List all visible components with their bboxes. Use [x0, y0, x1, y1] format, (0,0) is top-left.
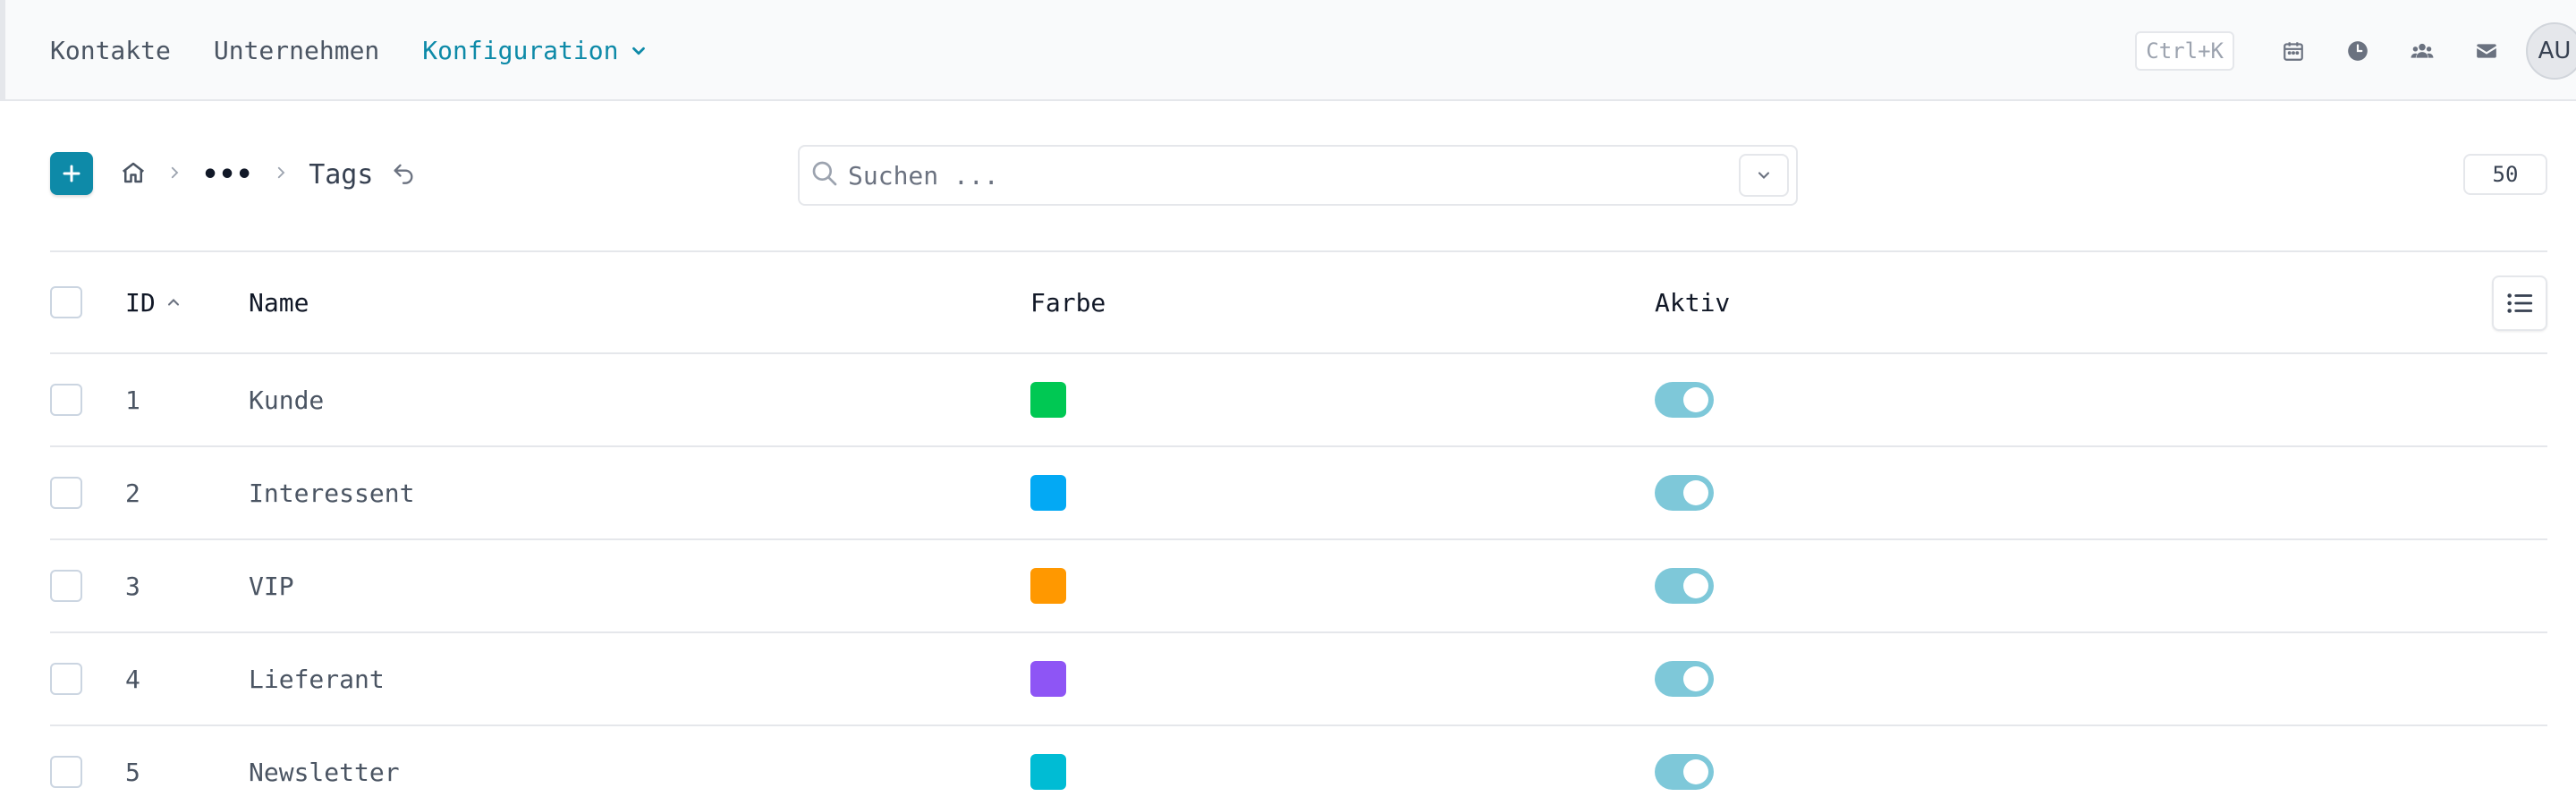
table-row[interactable]: 5 Newsletter: [50, 726, 2547, 805]
table-row[interactable]: 3 VIP: [50, 540, 2547, 633]
cell-id: 5: [125, 757, 140, 787]
search-options-dropdown[interactable]: [1739, 154, 1789, 197]
nav-item-kontakte[interactable]: Kontakte: [50, 36, 171, 65]
tags-table: ID Name Farbe Aktiv 1 Kunde 2 Interessen…: [50, 250, 2547, 805]
mail-icon[interactable]: [2454, 19, 2519, 83]
command-shortcut-hint[interactable]: Ctrl+K: [2135, 30, 2234, 71]
top-right-controls: Ctrl+K AU: [2135, 0, 2576, 101]
list-icon: [2507, 293, 2533, 313]
row-checkbox[interactable]: [50, 570, 82, 602]
column-header-name[interactable]: Name: [249, 252, 309, 352]
column-header-color[interactable]: Farbe: [1030, 252, 1106, 352]
table-row[interactable]: 2 Interessent: [50, 447, 2547, 540]
row-select-cell: [50, 633, 82, 724]
chevron-right-icon: [166, 165, 182, 184]
select-all-cell: [50, 252, 82, 352]
calendar-icon[interactable]: [2261, 19, 2326, 83]
active-toggle[interactable]: [1655, 475, 1714, 511]
row-select-cell: [50, 540, 82, 631]
cell-color: [1030, 354, 1066, 445]
cell-name: Newsletter: [249, 757, 400, 787]
row-checkbox[interactable]: [50, 756, 82, 788]
cell-id: 1: [125, 385, 140, 415]
cell-active: [1655, 447, 1714, 538]
page-size-select[interactable]: 50: [2463, 154, 2547, 195]
main-nav: Kontakte Unternehmen Konfiguration: [50, 0, 648, 101]
color-swatch: [1030, 382, 1066, 418]
table-row[interactable]: 1 Kunde: [50, 354, 2547, 447]
active-toggle[interactable]: [1655, 754, 1714, 790]
cell-color: [1030, 633, 1066, 724]
color-swatch: [1030, 568, 1066, 604]
cell-color: [1030, 540, 1066, 631]
row-select-cell: [50, 447, 82, 538]
chevron-down-icon: [1758, 172, 1770, 179]
nav-item-konfiguration-label: Konfiguration: [422, 36, 619, 65]
column-header-id[interactable]: ID: [125, 252, 182, 352]
table-row[interactable]: 4 Lieferant: [50, 633, 2547, 726]
cell-active: [1655, 354, 1714, 445]
color-swatch: [1030, 661, 1066, 697]
avatar[interactable]: AU: [2526, 21, 2576, 80]
clock-icon[interactable]: [2326, 19, 2390, 83]
cell-active: [1655, 726, 1714, 805]
breadcrumb-more-button[interactable]: •••: [202, 159, 253, 191]
column-header-id-label: ID: [125, 287, 156, 318]
cell-id: 2: [125, 478, 140, 508]
chevron-right-icon: [273, 165, 289, 184]
column-settings-button[interactable]: [2492, 275, 2547, 331]
cell-name: Interessent: [249, 478, 415, 508]
color-swatch: [1030, 475, 1066, 511]
active-toggle[interactable]: [1655, 568, 1714, 604]
cell-color: [1030, 447, 1066, 538]
cell-name: VIP: [249, 571, 294, 601]
row-select-cell: [50, 354, 82, 445]
cell-active: [1655, 540, 1714, 631]
search-icon: [810, 159, 839, 191]
row-checkbox[interactable]: [50, 663, 82, 695]
row-select-cell: [50, 726, 82, 805]
search-input[interactable]: [848, 160, 1739, 191]
breadcrumb: ••• Tags: [120, 150, 416, 199]
row-checkbox[interactable]: [50, 477, 82, 509]
cell-color: [1030, 726, 1066, 805]
cell-name: Lieferant: [249, 664, 385, 694]
nav-item-unternehmen[interactable]: Unternehmen: [214, 36, 379, 65]
active-toggle[interactable]: [1655, 382, 1714, 418]
top-navigation-bar: Kontakte Unternehmen Konfiguration Ctrl+…: [0, 0, 2576, 101]
search-box: [798, 145, 1798, 206]
page-title: Tags: [309, 158, 374, 191]
cell-active: [1655, 633, 1714, 724]
chevron-down-icon: [632, 47, 646, 55]
active-toggle[interactable]: [1655, 661, 1714, 697]
column-header-active[interactable]: Aktiv: [1655, 252, 1730, 352]
color-swatch: [1030, 754, 1066, 790]
nav-item-konfiguration[interactable]: Konfiguration: [422, 36, 648, 65]
add-tag-button[interactable]: [50, 152, 93, 195]
select-all-checkbox[interactable]: [50, 286, 82, 318]
users-icon[interactable]: [2390, 19, 2454, 83]
cell-id: 4: [125, 664, 140, 694]
sort-ascending-icon: [165, 288, 182, 318]
plus-icon: [63, 165, 80, 182]
cell-name: Kunde: [249, 385, 325, 415]
list-toolbar: ••• Tags 50: [50, 145, 2547, 206]
home-icon[interactable]: [120, 159, 147, 190]
row-checkbox[interactable]: [50, 384, 82, 416]
cell-id: 3: [125, 571, 140, 601]
table-header: ID Name Farbe Aktiv: [50, 250, 2547, 354]
undo-icon[interactable]: [391, 160, 416, 189]
